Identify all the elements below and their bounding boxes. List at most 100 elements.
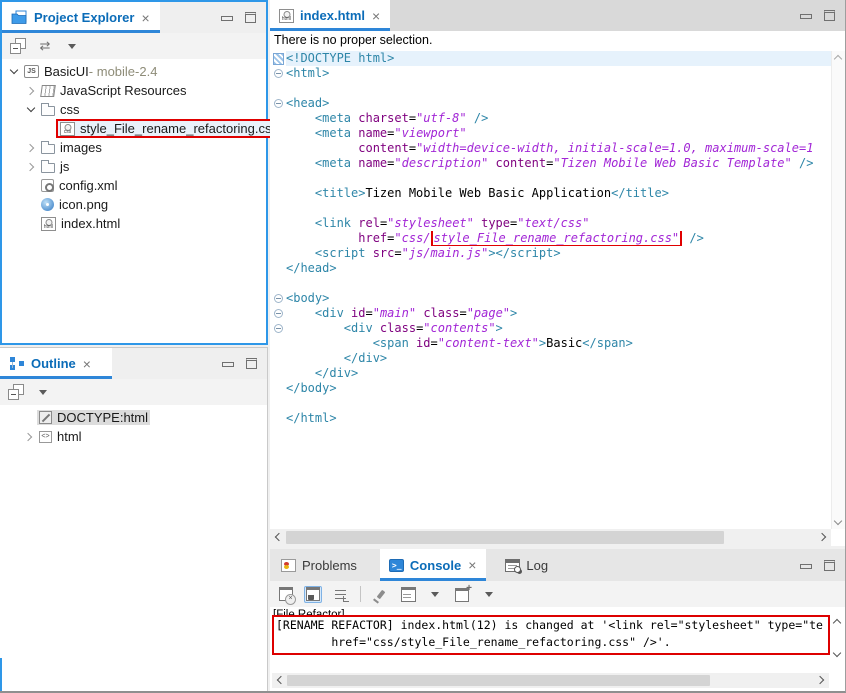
tree-item-outline-doctype[interactable]: DOCTYPE:html xyxy=(0,408,267,427)
fold-collapse-icon[interactable] xyxy=(270,306,286,321)
pin-console-icon[interactable] xyxy=(372,586,390,603)
tree-item-file-style-css[interactable]: style_File_rename_refactoring.css xyxy=(2,119,266,138)
tree-item-label: style_File_rename_refactoring.css xyxy=(80,121,278,136)
expander-closed-icon[interactable] xyxy=(23,164,39,170)
scroll-right-icon[interactable] xyxy=(816,676,824,684)
close-icon[interactable]: × xyxy=(371,9,381,23)
html-tag-icon xyxy=(39,431,52,443)
scrollbar-thumb[interactable] xyxy=(286,531,724,544)
tree-item-project-basicui[interactable]: BasicUI - mobile-2.4 xyxy=(2,62,266,81)
fold-collapse-icon[interactable] xyxy=(270,291,286,306)
console-tab-label: Console xyxy=(410,558,461,573)
editor-vertical-scrollbar[interactable] xyxy=(831,51,845,529)
scroll-left-icon[interactable] xyxy=(275,533,283,541)
editor-area: index.html × There is no proper selectio… xyxy=(270,0,845,546)
maximize-button[interactable] xyxy=(824,560,835,571)
collapse-all-icon[interactable] xyxy=(7,384,25,401)
tab-problems[interactable]: Problems xyxy=(272,549,366,581)
tree-item-folder-css[interactable]: css xyxy=(2,100,266,119)
clear-console-icon[interactable] xyxy=(277,586,295,603)
fold-collapse-icon[interactable] xyxy=(270,66,286,81)
tab-log[interactable]: Log xyxy=(496,549,557,581)
code-line xyxy=(270,276,845,291)
code-line: <html> xyxy=(270,66,845,81)
expander-closed-icon[interactable] xyxy=(23,145,39,151)
expander-closed-icon[interactable] xyxy=(21,434,37,440)
view-menu-caret[interactable] xyxy=(34,384,52,401)
ruler-cell xyxy=(270,336,286,351)
ruler-cell xyxy=(270,231,286,246)
code-line: <!DOCTYPE html> xyxy=(270,51,845,66)
view-menu-caret[interactable] xyxy=(480,586,498,603)
fold-collapse-icon[interactable] xyxy=(270,96,286,111)
code-line: <script src="js/main.js"></script> xyxy=(270,246,845,261)
collapse-all-icon[interactable] xyxy=(9,38,27,55)
project-explorer-tree: BasicUI - mobile-2.4JavaScript Resources… xyxy=(2,59,266,233)
code-editor[interactable]: <!DOCTYPE html><html><head> <meta charse… xyxy=(270,51,845,529)
view-menu-caret[interactable] xyxy=(63,38,81,55)
ruler-cell xyxy=(270,261,286,276)
minimize-button[interactable] xyxy=(221,16,233,21)
log-tab-label: Log xyxy=(526,558,548,573)
scroll-lock-icon[interactable] xyxy=(304,586,322,603)
tab-index-html[interactable]: index.html × xyxy=(270,0,390,31)
tree-item-javascript-resources[interactable]: JavaScript Resources xyxy=(2,81,266,100)
fold-collapse-icon[interactable] xyxy=(270,321,286,336)
minimize-button[interactable] xyxy=(800,14,812,19)
tree-item-outline-html[interactable]: html xyxy=(0,427,267,446)
window-edge-accent xyxy=(0,658,2,691)
scroll-up-icon[interactable] xyxy=(834,55,842,63)
tree-item-label: css xyxy=(60,102,80,117)
console-output[interactable]: [RENAME REFACTOR] index.html(12) is chan… xyxy=(272,615,830,655)
editor-tab-label: index.html xyxy=(300,8,365,23)
separator-icon xyxy=(360,586,361,602)
tree-item-file-index-html[interactable]: index.html xyxy=(2,214,266,233)
ruler-cell xyxy=(270,156,286,171)
link-with-editor-icon[interactable] xyxy=(36,38,54,55)
expander-open-icon[interactable] xyxy=(23,108,39,111)
close-icon[interactable]: × xyxy=(82,357,92,371)
maximize-button[interactable] xyxy=(824,10,835,21)
tab-project-explorer[interactable]: Project Explorer × xyxy=(2,2,160,33)
ruler-cell xyxy=(270,186,286,201)
tree-item-file-icon-png[interactable]: icon.png xyxy=(2,195,266,214)
tree-item-file-config-xml[interactable]: config.xml xyxy=(2,176,266,195)
expander-open-icon[interactable] xyxy=(6,70,22,73)
tab-console[interactable]: Console × xyxy=(380,549,486,581)
code-line: </head> xyxy=(270,261,845,276)
scroll-left-icon[interactable] xyxy=(277,676,285,684)
scroll-down-icon[interactable] xyxy=(834,517,842,525)
outline-title: Outline xyxy=(31,356,76,371)
tab-outline[interactable]: Outline × xyxy=(0,348,112,379)
maximize-button[interactable] xyxy=(246,358,257,369)
code-line: href="css/style_File_rename_refactoring.… xyxy=(270,231,845,246)
outline-tabstrip: Outline × xyxy=(0,348,267,379)
display-selected-console-icon[interactable] xyxy=(399,586,417,603)
editor-tabstrip: index.html × xyxy=(270,0,845,31)
console-horizontal-scrollbar[interactable] xyxy=(272,673,829,688)
editor-message: There is no proper selection. xyxy=(270,31,845,51)
scroll-up-icon[interactable] xyxy=(833,619,841,627)
open-console-icon[interactable] xyxy=(453,586,471,603)
console-vertical-scrollbar[interactable] xyxy=(831,615,844,661)
xml-config-icon xyxy=(41,179,54,192)
minimize-button[interactable] xyxy=(800,564,812,569)
close-icon[interactable]: × xyxy=(140,11,150,25)
close-icon[interactable]: × xyxy=(467,558,477,572)
view-menu-caret[interactable] xyxy=(426,586,444,603)
tree-item-suffix: - mobile-2.4 xyxy=(89,64,158,79)
minimize-button[interactable] xyxy=(222,362,234,367)
maximize-button[interactable] xyxy=(245,12,256,23)
editor-horizontal-scrollbar[interactable] xyxy=(270,529,831,546)
scroll-down-icon[interactable] xyxy=(833,649,841,657)
scroll-right-icon[interactable] xyxy=(818,533,826,541)
scrollbar-thumb[interactable] xyxy=(287,675,710,686)
outline-toolbar xyxy=(0,379,267,405)
tree-item-folder-images[interactable]: images xyxy=(2,138,266,157)
doctype-icon xyxy=(39,411,52,424)
tree-item-label: icon.png xyxy=(59,197,108,212)
js-resources-icon xyxy=(40,85,56,97)
expander-closed-icon[interactable] xyxy=(23,88,39,94)
word-wrap-icon[interactable] xyxy=(331,586,349,603)
tree-item-folder-js[interactable]: js xyxy=(2,157,266,176)
